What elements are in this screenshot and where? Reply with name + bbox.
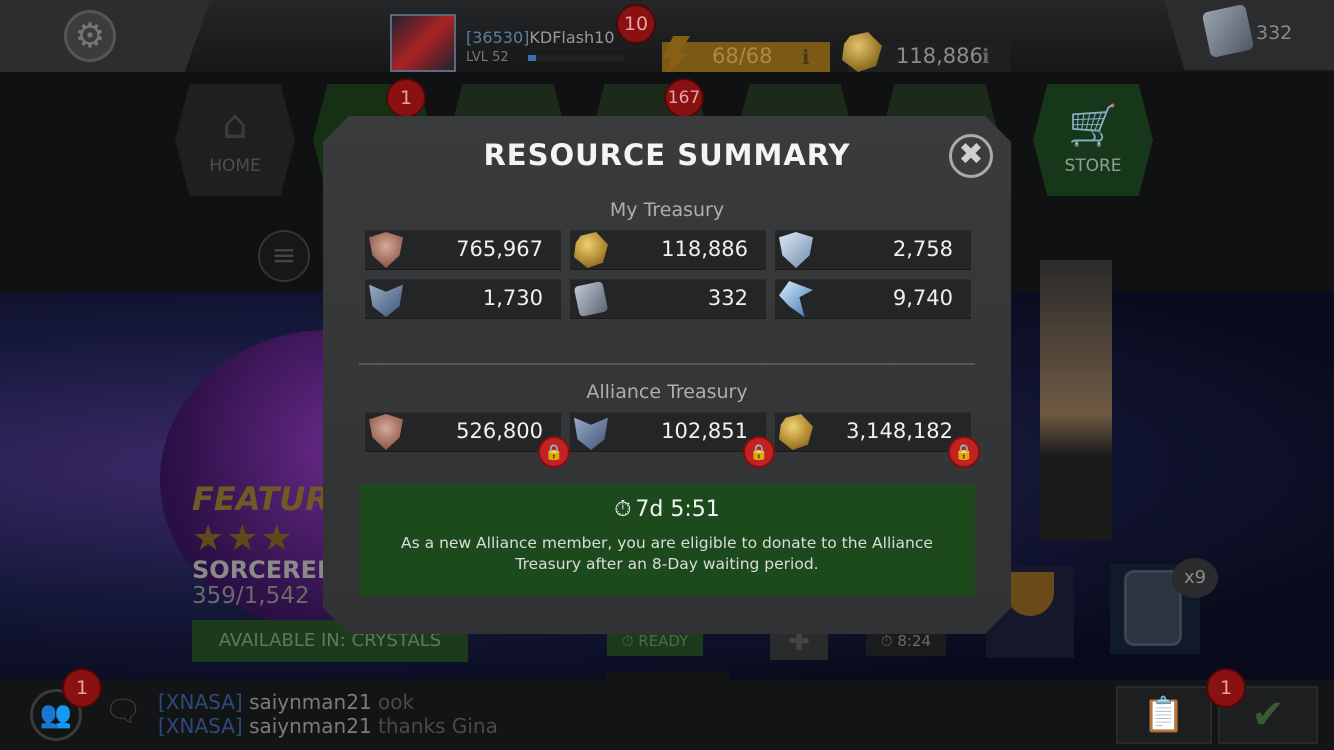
resource-tile: 2,758 (775, 230, 971, 270)
resource-tile: 332 (570, 279, 766, 319)
loyalty-icon (574, 414, 608, 450)
resource-value: 118,886 (661, 237, 748, 261)
star-rating: ★★★ (192, 518, 295, 559)
alliance-treasury-label: Alliance Treasury (586, 381, 748, 403)
resource-tile: 3,148,182 (775, 412, 971, 452)
cart-icon: 🛒 (1068, 103, 1118, 149)
crate-count-badge: x9 (1172, 558, 1218, 598)
resource-tile: 9,740 (775, 279, 971, 319)
wait-timer-value: 7d 5:51 (635, 497, 720, 522)
ready-label: READY (638, 632, 689, 650)
modal-title: RESOURCE SUMMARY (483, 138, 851, 172)
resource-tile: 526,800 (365, 412, 561, 452)
featured-progress: 359/1,542 (192, 583, 310, 609)
nav-store-button[interactable]: 🛒 STORE (1033, 84, 1153, 196)
unit-icon[interactable] (1201, 3, 1255, 59)
nav-home-button[interactable]: ⌂ HOME (175, 84, 295, 196)
resource-tile: 1,730 (365, 279, 561, 319)
nav-home-label: HOME (209, 156, 261, 176)
donation-notice: ⏱ 7d 5:51 As a new Alliance member, you a… (359, 484, 975, 596)
xp-bar (528, 55, 624, 61)
units-value: 332 (1256, 22, 1293, 44)
featured-champion-name: SORCERER (192, 556, 336, 584)
chat-line[interactable]: [XNASA] saiynman21 thanks Gina (158, 714, 498, 738)
chat-user: saiynman21 (249, 690, 372, 714)
resource-tile: 102,851 (570, 412, 766, 452)
profile-id-name: [36530]KDFlash10 (466, 28, 615, 47)
lock-icon: 🔒 (948, 436, 980, 468)
profile-name: KDFlash10 (529, 28, 615, 47)
chat-alliance-tag: [XNASA] (158, 714, 243, 738)
resource-summary-modal: RESOURCE SUMMARY ✖ My Treasury 765,967 1… (323, 116, 1011, 634)
close-icon[interactable]: ✖ (949, 134, 993, 178)
notification-badge[interactable]: 10 (616, 4, 656, 44)
resource-value: 526,800 (456, 419, 543, 443)
resource-value: 765,967 (456, 237, 543, 261)
divider (359, 363, 975, 365)
resource-value: 2,758 (892, 237, 953, 261)
notice-text: As a new Alliance member, you are eligib… (401, 534, 933, 573)
energy-meter[interactable]: 68/68 ℹ (662, 42, 830, 72)
event-banner-image[interactable] (1040, 260, 1112, 540)
nav-store-label: STORE (1064, 156, 1122, 176)
profile-level: LVL 52 (466, 50, 509, 65)
resource-value: 332 (707, 286, 748, 310)
battlechip-shield-icon (779, 232, 813, 268)
chat-alliance-tag: [XNASA] (158, 690, 243, 714)
my-treasury-label: My Treasury (609, 199, 725, 221)
avatar[interactable] (390, 14, 456, 72)
crystal-shard-icon (779, 281, 813, 317)
chat-bubble-icon[interactable]: 🗨 (104, 694, 142, 729)
quest-badge: 1 (1206, 668, 1246, 708)
gold-value: 118,886 (896, 44, 983, 68)
resource-value: 9,740 (892, 286, 953, 310)
wait-timer: ⏱ 7d 5:51 (359, 497, 975, 522)
shield-shard-icon (369, 232, 403, 268)
chat-user: saiynman21 (249, 714, 372, 738)
shield-shard-icon (369, 414, 403, 450)
menu-icon[interactable]: ≡ (258, 230, 310, 282)
chat-message: ook (378, 690, 415, 714)
info-icon[interactable]: ℹ (802, 45, 810, 69)
resource-tile: 765,967 (365, 230, 561, 270)
resource-value: 1,730 (482, 286, 543, 310)
chat-message: thanks Gina (378, 714, 498, 738)
home-icon: ⌂ (222, 102, 248, 148)
resource-tile: 118,886 (570, 230, 766, 270)
xp-bar-fill (528, 55, 536, 61)
nav-badge: 1 (386, 78, 426, 118)
chat-line[interactable]: [XNASA] saiynman21 ook (158, 690, 414, 714)
nav-badge: 167 (664, 78, 704, 118)
resource-value: 102,851 (661, 419, 748, 443)
gold-nugget-icon (574, 232, 608, 268)
loyalty-icon (369, 281, 403, 317)
gold-nugget-icon (779, 414, 813, 450)
unit-icon (574, 281, 609, 317)
lock-icon: 🔒 (743, 436, 775, 468)
clipboard-icon[interactable]: 📋 (1116, 686, 1212, 744)
lock-icon: 🔒 (538, 436, 570, 468)
chat-badge: 1 (62, 668, 102, 708)
profile-id: [36530] (466, 28, 530, 47)
info-icon[interactable]: ℹ (982, 44, 990, 68)
energy-value: 68/68 (712, 44, 773, 68)
resource-value: 3,148,182 (846, 419, 953, 443)
crystal-timer-label: 8:24 (897, 632, 932, 650)
stopwatch-icon: ⏱ (614, 497, 632, 522)
gear-icon[interactable]: ⚙ (64, 10, 116, 62)
profile-panel[interactable]: [36530]KDFlash10 LVL 52 (390, 14, 635, 74)
